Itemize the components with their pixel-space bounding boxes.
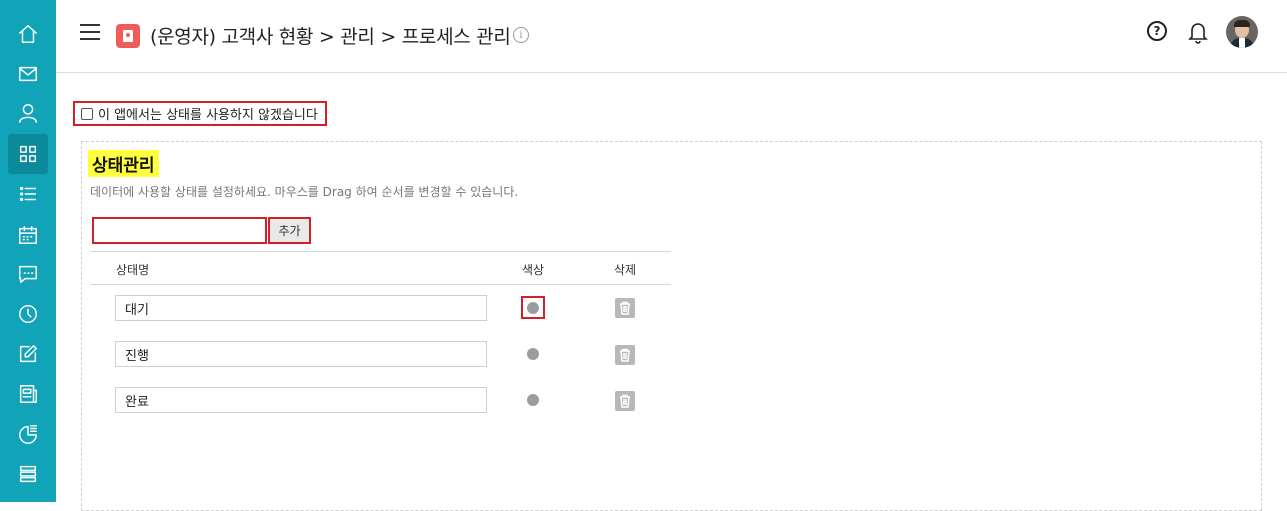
home-icon — [19, 25, 37, 43]
trash-icon — [620, 348, 630, 362]
trash-icon — [620, 394, 630, 408]
list-icon — [19, 186, 37, 202]
grid-icon — [19, 145, 37, 163]
delete-status-button[interactable] — [615, 345, 635, 365]
help-icon[interactable]: ? — [1147, 21, 1167, 41]
section-description: 데이터에 사용할 상태를 설정하세요. 마우스를 Drag 하여 순서를 변경할… — [90, 185, 519, 199]
sidebar-item-tasks[interactable] — [8, 174, 48, 214]
table-divider — [90, 284, 671, 285]
column-header-delete: 삭제 — [614, 263, 637, 277]
status-color-picker[interactable] — [521, 342, 545, 365]
status-color-picker[interactable] — [521, 296, 545, 319]
sidebar-item-more[interactable] — [8, 454, 48, 494]
section-title: 상태관리 — [88, 150, 159, 177]
app-icon — [116, 24, 140, 48]
sidebar-item-board[interactable] — [8, 374, 48, 414]
page-title: (운영자) 고객사 현황 > 관리 > 프로세스 관리 — [150, 26, 511, 48]
new-status-input[interactable] — [92, 217, 267, 244]
sidebar-item-history[interactable] — [8, 294, 48, 334]
sidebar-item-notes[interactable] — [8, 334, 48, 374]
status-color-picker[interactable] — [521, 388, 545, 411]
clock-icon — [19, 305, 37, 323]
edit-icon — [19, 345, 37, 363]
sidebar-item-apps[interactable] — [8, 134, 48, 174]
sidebar-item-home[interactable] — [8, 14, 48, 54]
column-header-name: 상태명 — [116, 263, 150, 277]
bell-icon[interactable] — [1188, 20, 1208, 44]
calendar-icon — [19, 226, 37, 244]
add-status-button[interactable]: 추가 — [268, 217, 311, 244]
table-divider — [90, 251, 671, 252]
sidebar-item-mail[interactable] — [8, 54, 48, 94]
disable-status-checkbox[interactable] — [81, 107, 93, 120]
sidebar-item-messages[interactable] — [8, 254, 48, 294]
color-dot — [527, 393, 539, 406]
status-name-field[interactable]: 완료 — [115, 387, 487, 413]
sidebar-item-calendar[interactable] — [8, 215, 48, 255]
column-header-color: 색상 — [522, 263, 545, 277]
disable-status-option[interactable]: 이 앱에서는 상태를 사용하지 않겠습니다 — [73, 101, 327, 126]
disable-status-label: 이 앱에서는 상태를 사용하지 않겠습니다 — [98, 108, 318, 123]
mail-icon — [19, 66, 37, 82]
top-bar: (운영자) 고객사 현황 > 관리 > 프로세스 관리 i ? — [56, 0, 1287, 73]
chat-icon — [19, 265, 37, 283]
delete-status-button[interactable] — [615, 391, 635, 411]
avatar[interactable] — [1226, 16, 1258, 48]
sidebar-item-contacts[interactable] — [8, 93, 48, 133]
info-icon[interactable]: i — [513, 27, 529, 43]
status-name-field[interactable]: 대기 — [115, 295, 487, 321]
board-icon — [19, 385, 37, 403]
sidebar — [0, 0, 56, 502]
trash-icon — [620, 301, 630, 315]
stack-icon — [19, 465, 37, 483]
color-dot — [527, 347, 539, 360]
menu-icon[interactable] — [80, 24, 100, 42]
delete-status-button[interactable] — [615, 298, 635, 318]
sidebar-item-reports[interactable] — [8, 414, 48, 454]
user-icon — [19, 104, 37, 123]
color-dot — [527, 301, 539, 314]
status-name-field[interactable]: 진행 — [115, 341, 487, 367]
chart-icon — [19, 425, 37, 444]
